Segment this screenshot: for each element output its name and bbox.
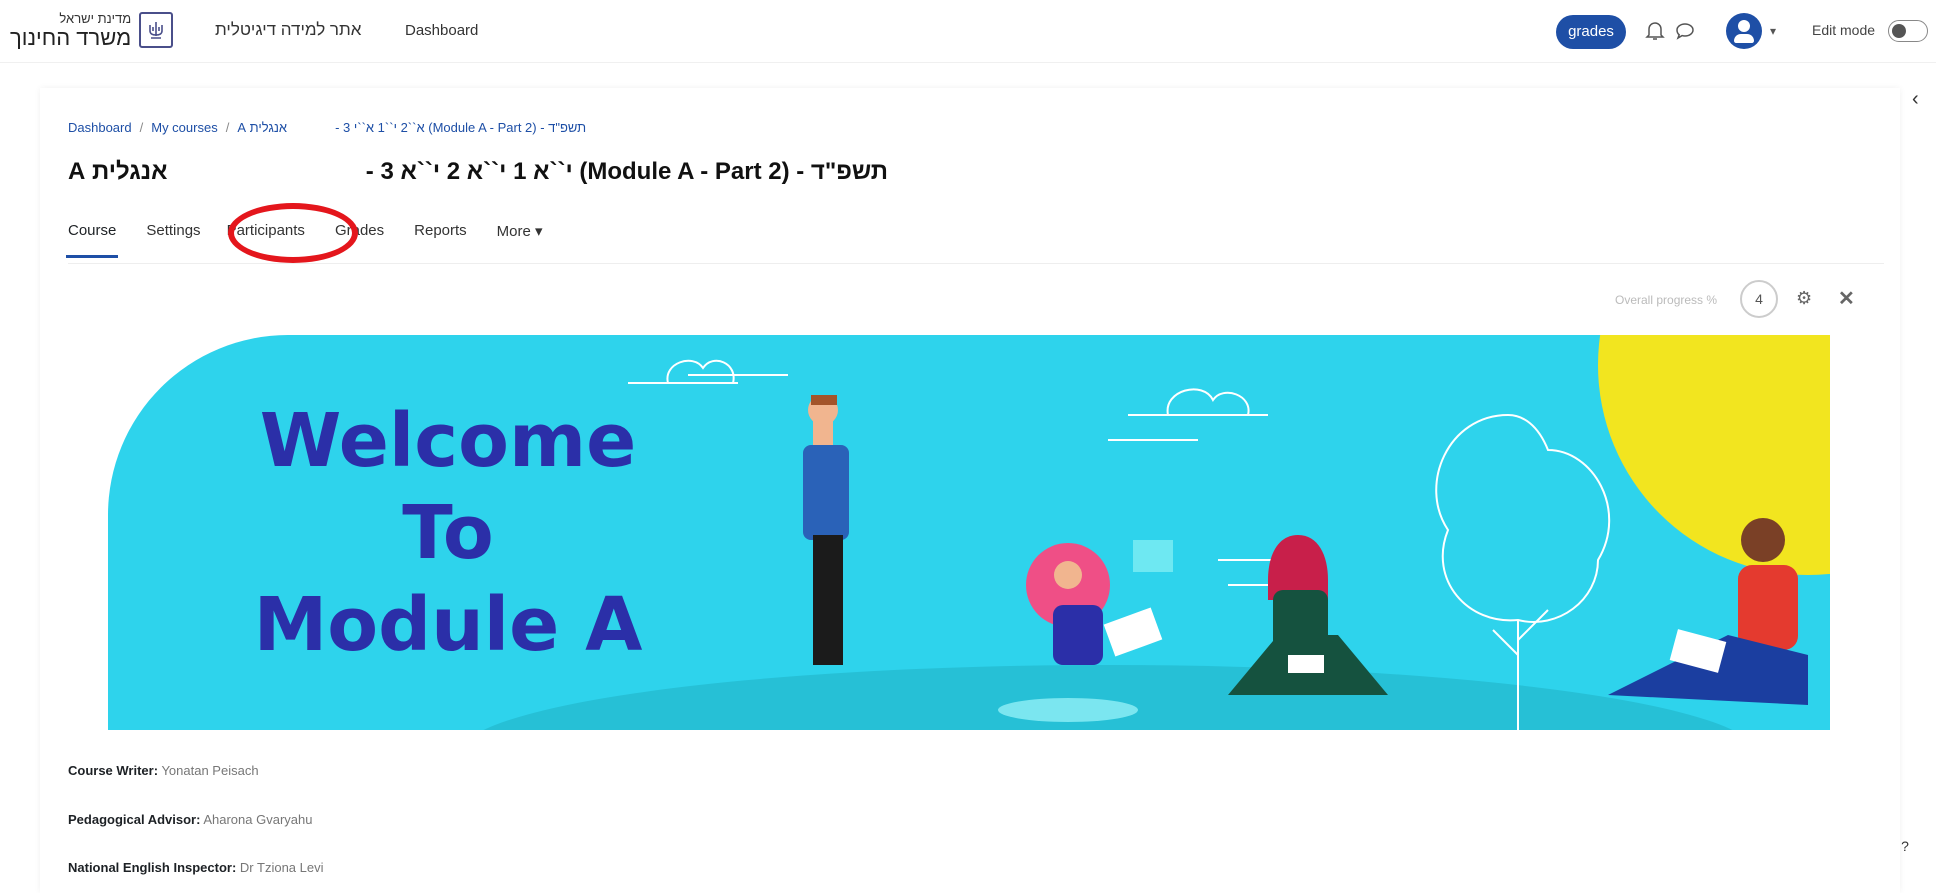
nav-dashboard[interactable]: Dashboard	[405, 22, 478, 39]
breadcrumb-separator: /	[139, 120, 144, 135]
banner-line-3: Module A	[253, 582, 643, 668]
chevron-down-icon[interactable]: ▾	[1770, 24, 1776, 38]
chat-icon[interactable]	[1675, 22, 1695, 40]
welcome-banner: Welcome To Module A	[108, 335, 1830, 730]
banner-line-1: Welcome	[259, 398, 637, 484]
ministry-logo[interactable]: מדינת ישראל משרד החינוך	[10, 10, 174, 50]
tab-divider	[68, 263, 1884, 264]
tab-more-label: More	[496, 223, 531, 240]
highlight-annotation-ring	[228, 203, 358, 263]
page-title-course: תשפ"ד - (Module A - Part 2) י``א 1 י``א …	[365, 158, 888, 185]
chat-bubble-shape	[1133, 540, 1173, 572]
course-writer-line: Course Writer: Yonatan Peisach	[68, 763, 259, 778]
sun-shape	[1598, 335, 1830, 575]
menorah-emblem-icon	[139, 12, 174, 48]
tab-settings[interactable]: Settings	[132, 218, 216, 258]
course-writer-value: Yonatan Peisach	[161, 763, 259, 778]
bell-icon[interactable]	[1645, 20, 1665, 42]
gear-icon[interactable]: ⚙	[1796, 288, 1812, 309]
top-navbar: מדינת ישראל משרד החינוך אתר למידה דיגיטל…	[0, 0, 1936, 63]
breadcrumb-separator: /	[225, 120, 230, 135]
chevron-down-icon: ▾	[535, 223, 543, 240]
banner-welcome-text: Welcome To Module A	[243, 395, 653, 671]
tab-more[interactable]: More ▾	[483, 218, 559, 258]
tab-reports[interactable]: Reports	[400, 218, 483, 258]
course-writer-label: Course Writer:	[68, 763, 159, 778]
page-title: אנגלית A תשפ"ד - (Module A - Part 2) י``…	[68, 158, 888, 194]
grades-button[interactable]: grades	[1556, 15, 1626, 49]
help-icon[interactable]: ?	[1894, 838, 1916, 860]
close-icon[interactable]: ✕	[1838, 286, 1855, 311]
english-inspector-line: National English Inspector: Dr Tziona Le…	[68, 860, 324, 875]
logo-small-text: מדינת ישראל	[59, 10, 132, 26]
english-inspector-value: Dr Tziona Levi	[239, 860, 324, 875]
breadcrumb-my-courses[interactable]: My courses	[151, 120, 217, 135]
standing-person	[803, 395, 849, 665]
edit-mode-label: Edit mode	[1812, 22, 1876, 38]
page-title-category: אנגלית A	[68, 158, 168, 185]
overall-progress-indicator[interactable]: 4	[1740, 280, 1778, 318]
logo-big-text: משרד החינוך	[10, 24, 132, 50]
pedagogical-advisor-label: Pedagogical Advisor:	[68, 812, 201, 827]
breadcrumb-course[interactable]: - 3 א``2 י``1 א``י (Module A - Part 2) -…	[335, 120, 586, 135]
edit-mode-toggle[interactable]	[1888, 20, 1928, 42]
pedagogical-advisor-line: Pedagogical Advisor: Aharona Gvaryahu	[68, 812, 312, 827]
logo-text: מדינת ישראל משרד החינוך	[10, 12, 131, 49]
nav-digital-learning-site[interactable]: אתר למידה דיגיטלית	[215, 20, 361, 40]
overall-progress-label: Overall progress %	[1615, 293, 1718, 307]
breadcrumb-category[interactable]: אנגלית A	[237, 120, 287, 135]
english-inspector-label: National English Inspector:	[68, 860, 237, 875]
banner-line-2: To	[402, 490, 494, 576]
breadcrumb-dashboard[interactable]: Dashboard	[68, 120, 132, 135]
chevron-left-icon[interactable]: ‹	[1912, 88, 1919, 111]
breadcrumb: Dashboard / My courses / אנגלית A - 3 א`…	[68, 120, 586, 135]
tab-course[interactable]: Course	[65, 218, 132, 258]
toggle-knob	[1892, 24, 1906, 38]
pedagogical-advisor-value: Aharona Gvaryahu	[203, 812, 313, 827]
ground-shape	[483, 665, 1733, 730]
user-avatar[interactable]	[1726, 13, 1762, 49]
